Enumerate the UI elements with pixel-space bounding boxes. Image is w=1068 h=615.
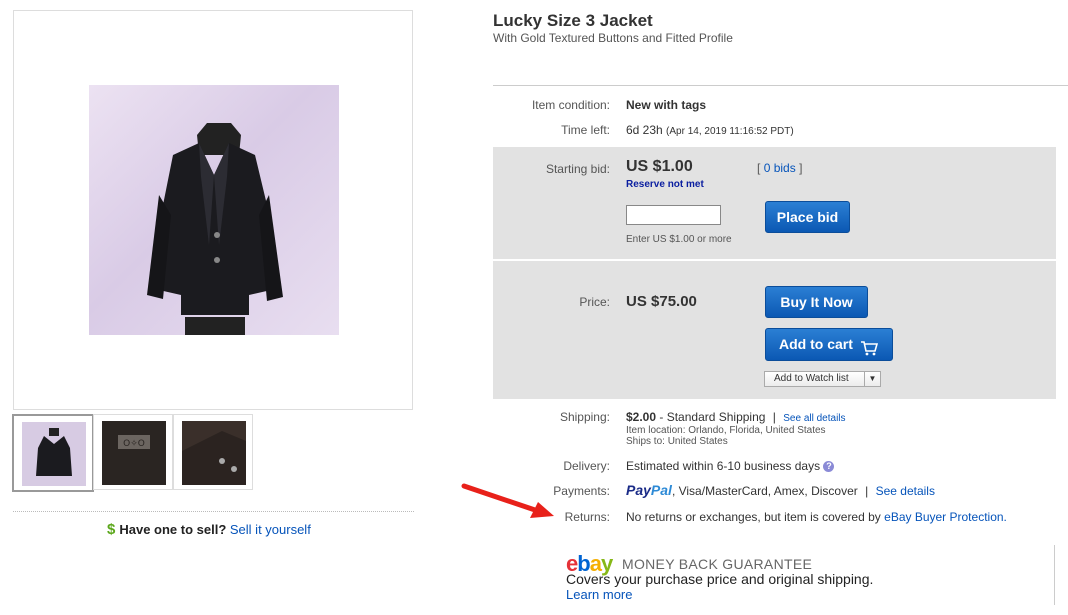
add-to-watch-list-button[interactable]: Add to Watch list ▼ (764, 371, 881, 387)
time-left-value: 6d 23h (Apr 14, 2019 11:16:52 PDT) (626, 123, 794, 137)
delivery-estimate: Estimated within 6-10 business days (626, 459, 821, 473)
svg-text:O✧O: O✧O (123, 439, 145, 449)
sell-question: Have one to sell? (119, 522, 227, 537)
learn-more-link[interactable]: Learn more (566, 587, 632, 602)
jacket-image (147, 123, 283, 335)
thumbnail-2[interactable]: O✧O (93, 414, 173, 490)
time-left-label: Time left: (561, 123, 610, 137)
money-back-guarantee-title: MONEY BACK GUARANTEE (622, 556, 813, 572)
buy-now-price: US $75.00 (626, 293, 697, 310)
condition-label: Item condition: (531, 98, 610, 112)
shipping-price: $2.00 (626, 410, 657, 424)
sell-it-yourself-link[interactable]: Sell it yourself (230, 522, 311, 537)
dollar-icon: $ (107, 521, 116, 538)
separator: | (865, 484, 869, 498)
starting-bid-label: Starting bid: (545, 162, 610, 176)
thumbnail-image (22, 422, 86, 486)
place-bid-button[interactable]: Place bid (765, 201, 850, 233)
item-subtitle: With Gold Textured Buttons and Fitted Pr… (493, 31, 733, 45)
red-arrow-icon (461, 483, 554, 518)
bid-count: [ 0 bids ] (757, 161, 802, 175)
thumbnail-image: O✧O (102, 421, 166, 485)
time-left-countdown: 6d 23h (626, 123, 663, 137)
thumbnail-image (182, 421, 246, 485)
bracket-open: [ (757, 161, 761, 175)
cart-icon (860, 336, 879, 367)
reserve-status: Reserve not met (626, 179, 704, 190)
divider (1054, 545, 1055, 605)
see-payment-details-link[interactable]: See details (876, 484, 935, 498)
shipping-method: - Standard Shipping (659, 410, 766, 424)
help-icon[interactable]: ? (823, 461, 835, 473)
bid-count-link[interactable]: 0 bids (764, 161, 796, 175)
ships-to: Ships to: United States (626, 436, 728, 447)
buyer-protection-link[interactable]: eBay Buyer Protection. (884, 510, 1007, 524)
shipping-value: $2.00 - Standard Shipping | See all deta… (626, 410, 846, 424)
buy-it-now-button[interactable]: Buy It Now (765, 286, 868, 318)
payment-methods: , Visa/MasterCard, Amex, Discover (671, 484, 858, 498)
item-title: Lucky Size 3 Jacket (493, 11, 653, 30)
add-to-cart-label: Add to cart (779, 336, 853, 352)
main-product-image[interactable] (89, 85, 339, 335)
bid-amount-input[interactable] (626, 205, 721, 225)
add-to-cart-button[interactable]: Add to cart (765, 328, 893, 361)
bid-hint: Enter US $1.00 or more (626, 234, 732, 245)
separator: | (772, 410, 776, 424)
payments-value: PayPal, Visa/MasterCard, Amex, Discover … (626, 482, 935, 498)
bracket-close: ] (799, 161, 803, 175)
paypal-logo: PayPal (626, 482, 672, 498)
chevron-down-icon[interactable]: ▼ (864, 372, 880, 386)
returns-text: No returns or exchanges, but item is cov… (626, 510, 881, 524)
price-label: Price: (579, 295, 610, 309)
watch-list-label: Add to Watch list (774, 373, 849, 384)
delivery-label: Delivery: (563, 459, 610, 473)
main-image-frame (13, 10, 413, 410)
delivery-value: Estimated within 6-10 business days ? (626, 459, 835, 473)
thumbnail-3[interactable] (173, 414, 253, 490)
starting-bid-price: US $1.00 (626, 158, 693, 175)
time-left-date: (Apr 14, 2019 11:16:52 PDT) (666, 126, 794, 137)
shipping-label: Shipping: (559, 410, 610, 424)
divider (493, 85, 1068, 86)
item-location: Item location: Orlando, Florida, United … (626, 425, 826, 436)
divider (13, 511, 414, 512)
thumbnail-1[interactable] (12, 414, 94, 492)
returns-value: No returns or exchanges, but item is cov… (626, 510, 1007, 524)
see-all-details-link[interactable]: See all details (783, 413, 845, 424)
condition-value: New with tags (626, 98, 707, 112)
sell-one-bar: $ Have one to sell? Sell it yourself (107, 521, 311, 538)
guarantee-description: Covers your purchase price and original … (566, 571, 874, 587)
